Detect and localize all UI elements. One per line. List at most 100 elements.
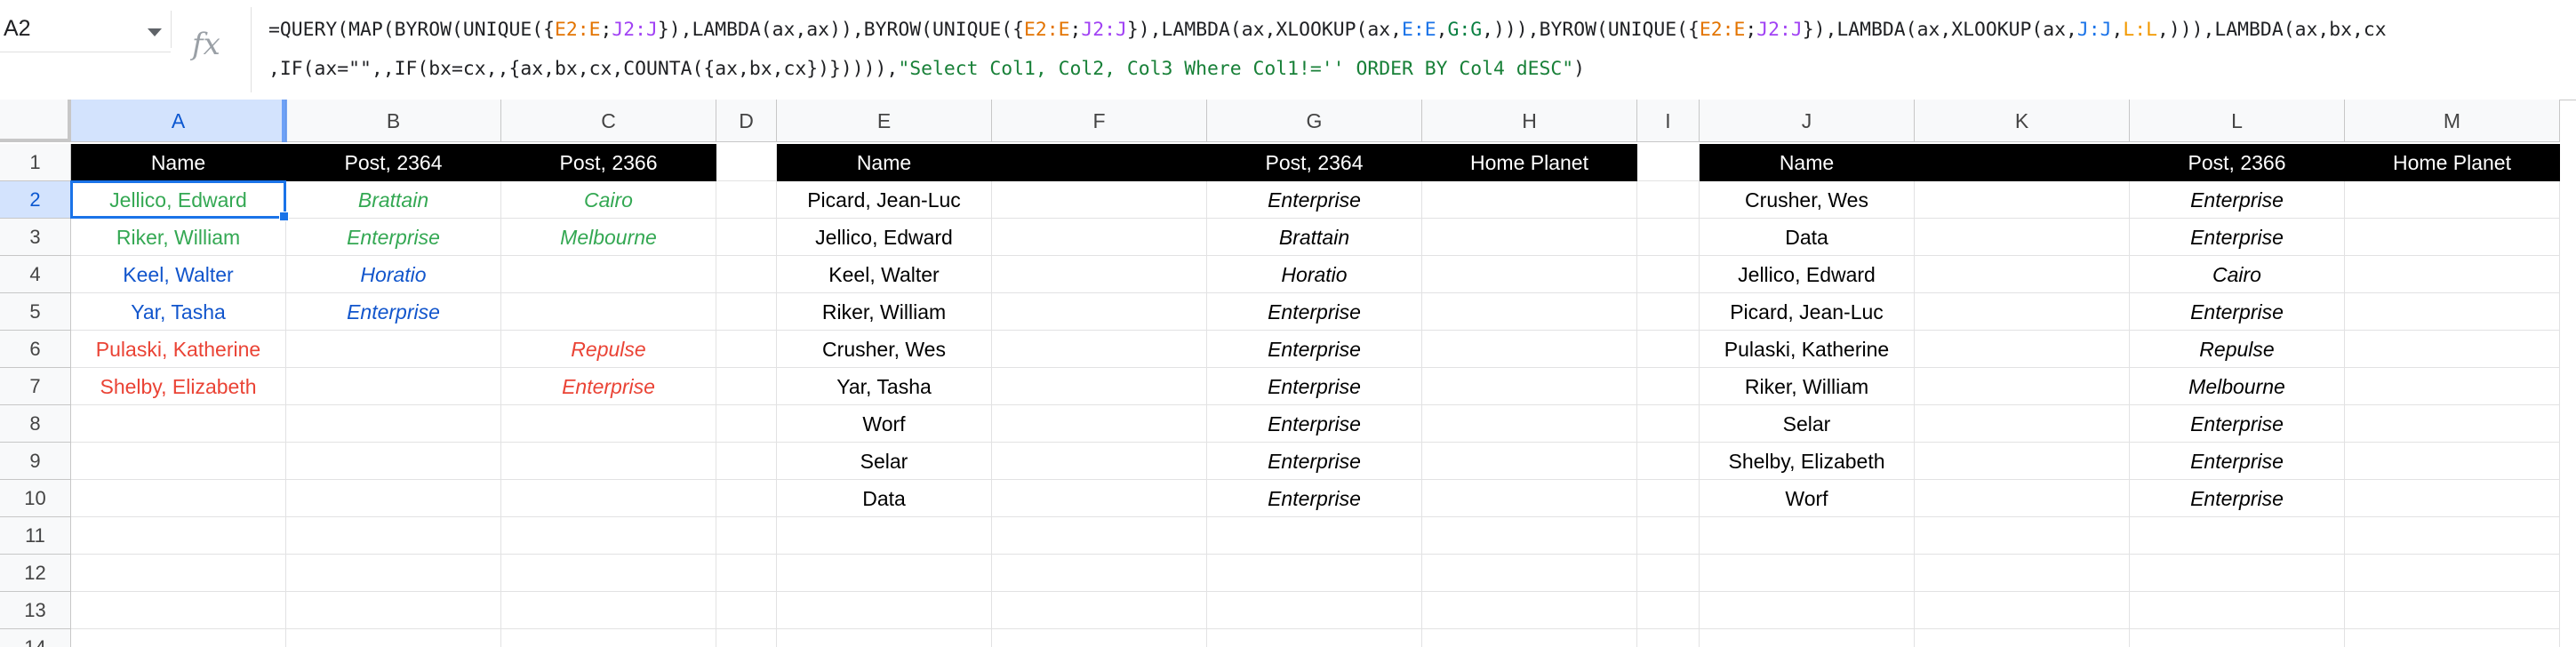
cell[interactable] — [1700, 555, 1915, 592]
cell[interactable] — [71, 480, 286, 517]
cell[interactable] — [1637, 181, 1700, 219]
chevron-down-icon[interactable] — [148, 28, 162, 36]
cell[interactable] — [1422, 517, 1637, 555]
result-name-cell[interactable]: Shelby, Elizabeth — [71, 368, 286, 405]
roster-2364-name-cell[interactable]: Crusher, Wes — [777, 331, 992, 368]
cell[interactable] — [1637, 480, 1700, 517]
cell[interactable] — [2345, 517, 2560, 555]
column-header-f[interactable]: F — [992, 100, 1207, 142]
column-header-l[interactable]: L — [2130, 100, 2345, 142]
cell[interactable] — [1207, 592, 1422, 629]
header-cell[interactable] — [992, 144, 1207, 181]
result-post-2364-cell[interactable] — [286, 368, 501, 405]
cell[interactable] — [992, 443, 1207, 480]
cell[interactable] — [2345, 331, 2560, 368]
cell[interactable] — [716, 405, 777, 443]
cell[interactable] — [992, 181, 1207, 219]
roster-2366-name-cell[interactable]: Worf — [1700, 480, 1915, 517]
cell[interactable] — [501, 629, 716, 647]
cell[interactable] — [501, 592, 716, 629]
result-post-2366-cell[interactable] — [501, 256, 716, 293]
cell[interactable] — [1422, 219, 1637, 256]
column-header-e[interactable]: E — [777, 100, 992, 142]
column-header-m[interactable]: M — [2345, 100, 2560, 142]
result-post-2364-cell[interactable] — [286, 331, 501, 368]
roster-2366-post-cell[interactable]: Cairo — [2130, 256, 2345, 293]
cell[interactable] — [1637, 256, 1700, 293]
roster-2366-name-cell[interactable]: Jellico, Edward — [1700, 256, 1915, 293]
cell[interactable] — [286, 480, 501, 517]
roster-2364-post-cell[interactable]: Enterprise — [1207, 405, 1422, 443]
cell[interactable] — [716, 181, 777, 219]
cell[interactable] — [286, 405, 501, 443]
result-post-2366-cell[interactable]: Melbourne — [501, 219, 716, 256]
cell[interactable] — [777, 592, 992, 629]
header-cell[interactable]: Name — [777, 144, 992, 181]
cell[interactable] — [1422, 368, 1637, 405]
result-post-2364-cell[interactable]: Horatio — [286, 256, 501, 293]
header-cell[interactable]: Home Planet — [1422, 144, 1637, 181]
cell[interactable] — [992, 331, 1207, 368]
cell[interactable] — [286, 517, 501, 555]
cell[interactable] — [716, 144, 777, 181]
cell[interactable] — [501, 480, 716, 517]
column-header-i[interactable]: I — [1637, 100, 1700, 142]
cell[interactable] — [71, 629, 286, 647]
roster-2364-post-cell[interactable]: Enterprise — [1207, 368, 1422, 405]
cell[interactable] — [1700, 592, 1915, 629]
cell[interactable] — [1637, 219, 1700, 256]
roster-2366-post-cell[interactable]: Enterprise — [2130, 480, 2345, 517]
roster-2364-post-cell[interactable]: Brattain — [1207, 219, 1422, 256]
roster-2364-name-cell[interactable]: Yar, Tasha — [777, 368, 992, 405]
cell[interactable] — [1207, 517, 1422, 555]
roster-2366-post-cell[interactable]: Melbourne — [2130, 368, 2345, 405]
cell[interactable] — [2345, 293, 2560, 331]
cell[interactable] — [71, 405, 286, 443]
roster-2364-post-cell[interactable]: Enterprise — [1207, 293, 1422, 331]
row-header-9[interactable]: 9 — [0, 443, 71, 480]
header-cell[interactable]: Home Planet — [2345, 144, 2560, 181]
cell[interactable] — [2345, 256, 2560, 293]
header-cell[interactable]: Name — [1700, 144, 1915, 181]
roster-2364-name-cell[interactable]: Jellico, Edward — [777, 219, 992, 256]
cell[interactable] — [2345, 443, 2560, 480]
cell[interactable] — [1915, 405, 2130, 443]
roster-2366-name-cell[interactable]: Crusher, Wes — [1700, 181, 1915, 219]
column-header-d[interactable]: D — [716, 100, 777, 142]
row-header-3[interactable]: 3 — [0, 219, 71, 256]
cell[interactable] — [1915, 517, 2130, 555]
result-post-2366-cell[interactable]: Cairo — [501, 181, 716, 219]
cell[interactable] — [2130, 517, 2345, 555]
cell[interactable] — [992, 480, 1207, 517]
row-header-12[interactable]: 12 — [0, 555, 71, 592]
cell[interactable] — [71, 517, 286, 555]
roster-2366-post-cell[interactable]: Repulse — [2130, 331, 2345, 368]
roster-2366-name-cell[interactable]: Shelby, Elizabeth — [1700, 443, 1915, 480]
cell[interactable] — [992, 293, 1207, 331]
roster-2366-name-cell[interactable]: Picard, Jean-Luc — [1700, 293, 1915, 331]
cell[interactable] — [1422, 443, 1637, 480]
select-all-corner[interactable] — [0, 100, 71, 142]
cell[interactable] — [71, 592, 286, 629]
roster-2366-post-cell[interactable]: Enterprise — [2130, 405, 2345, 443]
cell[interactable] — [992, 592, 1207, 629]
cell[interactable] — [716, 555, 777, 592]
result-name-cell[interactable]: Riker, William — [71, 219, 286, 256]
cell[interactable] — [501, 443, 716, 480]
roster-2364-post-cell[interactable]: Enterprise — [1207, 443, 1422, 480]
cell[interactable] — [992, 368, 1207, 405]
cell[interactable] — [1637, 592, 1700, 629]
cell[interactable] — [2345, 368, 2560, 405]
cell[interactable] — [1637, 443, 1700, 480]
roster-2364-post-cell[interactable]: Enterprise — [1207, 331, 1422, 368]
result-name-cell[interactable]: Keel, Walter — [71, 256, 286, 293]
cell[interactable] — [2345, 629, 2560, 647]
cell[interactable] — [1637, 555, 1700, 592]
cell[interactable] — [1915, 293, 2130, 331]
column-header-a[interactable]: A — [71, 100, 286, 142]
cell[interactable] — [1915, 256, 2130, 293]
roster-2364-name-cell[interactable]: Riker, William — [777, 293, 992, 331]
cell[interactable] — [1637, 293, 1700, 331]
cell[interactable] — [992, 219, 1207, 256]
header-cell[interactable]: Post, 2364 — [286, 144, 501, 181]
